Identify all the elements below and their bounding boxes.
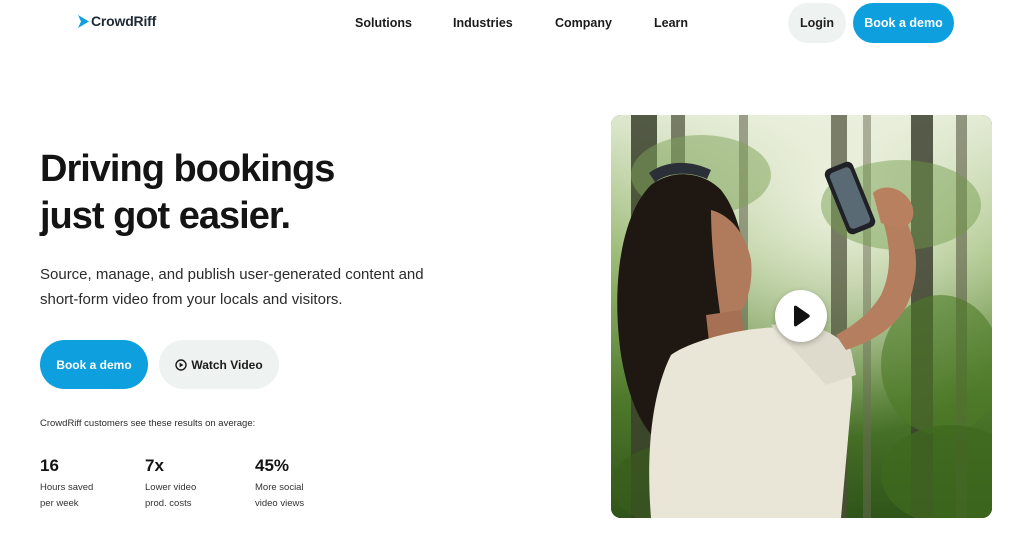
top-navigation: CrowdRiff Solutions Industries Company L… [0, 0, 1024, 46]
crowdriff-logo[interactable]: CrowdRiff [78, 13, 156, 29]
stat-video-costs: 7x Lower video prod. costs [145, 455, 225, 512]
stat-label: Hours saved per week [40, 480, 120, 512]
hero-video-thumbnail[interactable] [611, 115, 992, 518]
hero-subtext: Source, manage, and publish user-generat… [40, 266, 424, 308]
stat-value: 16 [40, 456, 59, 475]
watch-video-button[interactable]: Watch Video [159, 340, 279, 389]
watch-video-label: Watch Video [191, 357, 263, 372]
play-circle-icon [175, 358, 188, 371]
stat-hours-saved: 16 Hours saved per week [40, 455, 120, 512]
results-caption: CrowdRiff customers see these results on… [40, 418, 256, 429]
stat-label-line-1: Lower video [145, 482, 197, 493]
stat-label: Lower video prod. costs [145, 480, 225, 512]
play-icon [794, 305, 810, 327]
stat-label-line-2: prod. costs [145, 498, 192, 509]
stat-label: More social video views [255, 480, 335, 512]
nav-book-demo-button[interactable]: Book a demo [853, 3, 954, 43]
stat-label-line-1: More social [255, 482, 304, 493]
stat-label-line-2: per week [40, 498, 79, 509]
login-button[interactable]: Login [788, 3, 846, 43]
stat-label-line-2: video views [255, 498, 305, 509]
video-play-button[interactable] [775, 290, 827, 342]
nav-link-company[interactable]: Company [555, 16, 612, 30]
stat-value: 45% [255, 456, 290, 475]
stat-label-line-1: Hours saved [40, 482, 94, 493]
logo-mark-icon [78, 14, 89, 28]
hero-headline-line-2: just got easier. [40, 195, 291, 237]
nav-link-learn[interactable]: Learn [654, 16, 688, 30]
book-demo-button[interactable]: Book a demo [40, 340, 148, 389]
stat-value: 7x [145, 456, 164, 475]
nav-link-industries[interactable]: Industries [453, 16, 513, 30]
nav-link-solutions[interactable]: Solutions [355, 16, 412, 30]
logo-text: CrowdRiff [91, 13, 157, 29]
stat-social-views: 45% More social video views [255, 455, 335, 512]
hero-headline: Driving bookings just got easier. [40, 146, 460, 240]
hero-headline-line-1: Driving bookings [40, 148, 335, 190]
